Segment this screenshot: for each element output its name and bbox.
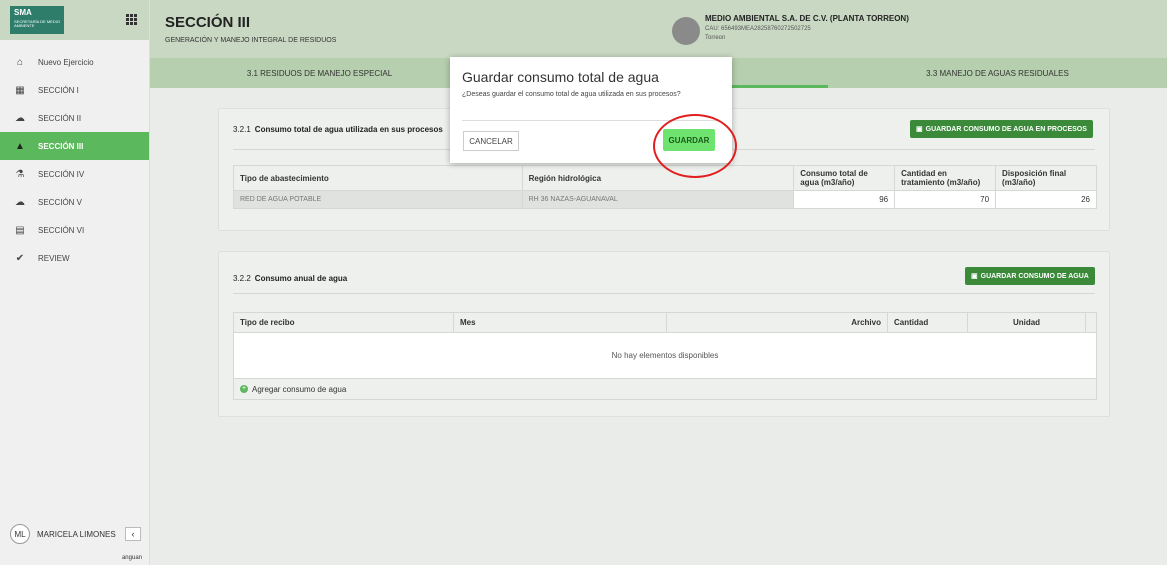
user-profile[interactable]: ML MARICELA LIMONES [10, 524, 116, 544]
section-title: Consumo total de agua utilizada en sus p… [254, 125, 443, 134]
section-title: Consumo anual de agua [254, 274, 348, 283]
cloud-icon: ☁ [15, 196, 25, 208]
sidebar-item-label: Nuevo Ejercicio [38, 57, 94, 67]
sma-logo[interactable]: SMA SECRETARÍA DE MEDIO AMBIENTE [10, 6, 64, 34]
hydro-region-field: RH 36 NAZAS-AGUANAVAL [521, 190, 795, 209]
tab-residuos-manejo-especial[interactable]: 3.1 RESIDUOS DE MANEJO ESPECIAL [150, 58, 489, 88]
sidebar-item-seccion-iii[interactable]: ▲ SECCIÓN III [0, 132, 149, 160]
sidebar-nav: ⌂ Nuevo Ejercicio ▦ SECCIÓN I ☁ SECCIÓN II … [0, 48, 149, 272]
dialog-message: ¿Deseas guardar el consumo total de agua… [462, 91, 681, 98]
avatar: ML [10, 524, 30, 544]
sidebar-item-label: SECCIÓN VI [38, 225, 85, 235]
divider [233, 293, 1095, 294]
column-header: Archivo [667, 313, 888, 332]
sidebar: SMA SECRETARÍA DE MEDIO AMBIENTE ⌂ Nuevo … [0, 0, 150, 565]
column-header: Tipo de recibo [234, 313, 454, 332]
sidebar-item-nuevo-ejercicio[interactable]: ⌂ Nuevo Ejercicio [0, 48, 149, 76]
sidebar-item-label: REVIEW [38, 253, 70, 263]
dialog-title: Guardar consumo total de agua [462, 69, 659, 85]
sidebar-item-seccion-iv[interactable]: ⚗ SECCIÓN IV [0, 160, 149, 188]
sidebar-footer-text: anguan [121, 555, 142, 561]
page-title: SECCIÓN III [165, 14, 251, 31]
column-header: Disposición final (m3/año) [995, 165, 1097, 191]
column-header: Cantidad [888, 313, 968, 332]
sidebar-item-seccion-i[interactable]: ▦ SECCIÓN I [0, 76, 149, 104]
logo-subtitle: SECRETARÍA DE MEDIO AMBIENTE [14, 18, 60, 29]
sidebar-header: SMA SECRETARÍA DE MEDIO AMBIENTE [0, 0, 149, 40]
sidebar-item-seccion-v[interactable]: ☁ SECCIÓN V [0, 188, 149, 216]
factory-icon: ☁ [15, 112, 25, 124]
flask-icon: ⚗ [15, 168, 25, 180]
highlight-annotation [653, 114, 737, 178]
company-name: MEDIO AMBIENTAL S.A. DE C.V. (PLANTA TOR… [705, 14, 909, 23]
company-city: Torreon [705, 35, 726, 41]
add-water-consumption-link[interactable]: + Agregar consumo de agua [234, 379, 1096, 399]
column-header: Región hidrológica [521, 165, 795, 191]
page-header: SECCIÓN III GENERACIÓN Y MANEJO INTEGRAL… [150, 0, 1167, 58]
button-label: GUARDAR CONSUMO DE AGUA EN PROCESOS [925, 125, 1087, 133]
sidebar-item-label: SECCIÓN III [38, 141, 84, 151]
user-name: MARICELA LIMONES [37, 529, 116, 539]
save-process-water-button[interactable]: ▣ GUARDAR CONSUMO DE AGUA EN PROCESOS [910, 120, 1093, 138]
document-icon: ▤ [15, 224, 25, 236]
logo-text: SMA [14, 8, 32, 17]
annual-water-table: Tipo de recibo Mes Archivo Cantidad Unid… [233, 312, 1097, 400]
section-number: 3.2.1 [233, 125, 251, 134]
apps-grid-icon[interactable] [126, 14, 137, 25]
sidebar-item-review[interactable]: ✔ REVIEW [0, 244, 149, 272]
button-label: GUARDAR CONSUMO DE AGUA [980, 272, 1089, 280]
supply-type-field: RED DE AGUA POTABLE [233, 190, 523, 209]
building-icon: ▦ [15, 84, 25, 96]
company-cau: CAU: 656493MEA28258760272502725 [705, 26, 811, 32]
tab-aguas-residuales[interactable]: 3.3 MANEJO DE AGUAS RESIDUALES [828, 58, 1167, 88]
empty-state: No hay elementos disponibles [234, 333, 1096, 379]
company-photo [672, 17, 700, 45]
table-header-row: Tipo de abastecimiento Región hidrológic… [233, 165, 1097, 191]
column-header: Cantidad en tratamiento (m3/año) [894, 165, 997, 191]
table-header-row: Tipo de recibo Mes Archivo Cantidad Unid… [234, 313, 1096, 333]
section-heading: 3.2.2 Consumo anual de agua [233, 274, 347, 283]
cancel-button[interactable]: CANCELAR [463, 131, 519, 151]
warning-icon: ▲ [15, 140, 25, 152]
column-header: Consumo total de agua (m3/año) [793, 165, 896, 191]
page-subtitle: GENERACIÓN Y MANEJO INTEGRAL DE RESIDUOS [165, 37, 337, 44]
sidebar-item-label: SECCIÓN II [38, 113, 82, 123]
column-header: Unidad [968, 313, 1086, 332]
floppy-icon: ▣ [971, 273, 978, 280]
sidebar-item-seccion-ii[interactable]: ☁ SECCIÓN II [0, 104, 149, 132]
sidebar-item-seccion-vi[interactable]: ▤ SECCIÓN VI [0, 216, 149, 244]
section-number: 3.2.2 [233, 274, 251, 283]
home-icon: ⌂ [16, 56, 24, 68]
table-row: RED DE AGUA POTABLE RH 36 NAZAS-AGUANAVA… [233, 190, 1097, 209]
save-annual-water-button[interactable]: ▣ GUARDAR CONSUMO DE AGUA [965, 267, 1095, 285]
annual-water-card: 3.2.2 Consumo anual de agua ▣ GUARDAR CONS… [218, 251, 1110, 417]
floppy-icon: ▣ [916, 126, 923, 133]
sidebar-item-label: SECCIÓN I [38, 85, 79, 95]
column-header: Mes [454, 313, 667, 332]
sidebar-item-label: SECCIÓN IV [38, 169, 85, 179]
total-consumption-input[interactable]: 96 [793, 190, 896, 209]
collapse-sidebar-button[interactable]: ‹ [125, 527, 141, 541]
plus-icon: + [240, 385, 248, 393]
add-label: Agregar consumo de agua [252, 384, 347, 394]
water-process-table: Tipo de abastecimiento Región hidrológic… [233, 165, 1097, 209]
treatment-amount-input[interactable]: 70 [894, 190, 997, 209]
section-heading: 3.2.1 Consumo total de agua utilizada en … [233, 125, 443, 134]
check-circle-icon: ✔ [15, 252, 25, 264]
sidebar-item-label: SECCIÓN V [38, 197, 83, 207]
column-header: Tipo de abastecimiento [233, 165, 523, 191]
final-disposal-input[interactable]: 26 [995, 190, 1097, 209]
